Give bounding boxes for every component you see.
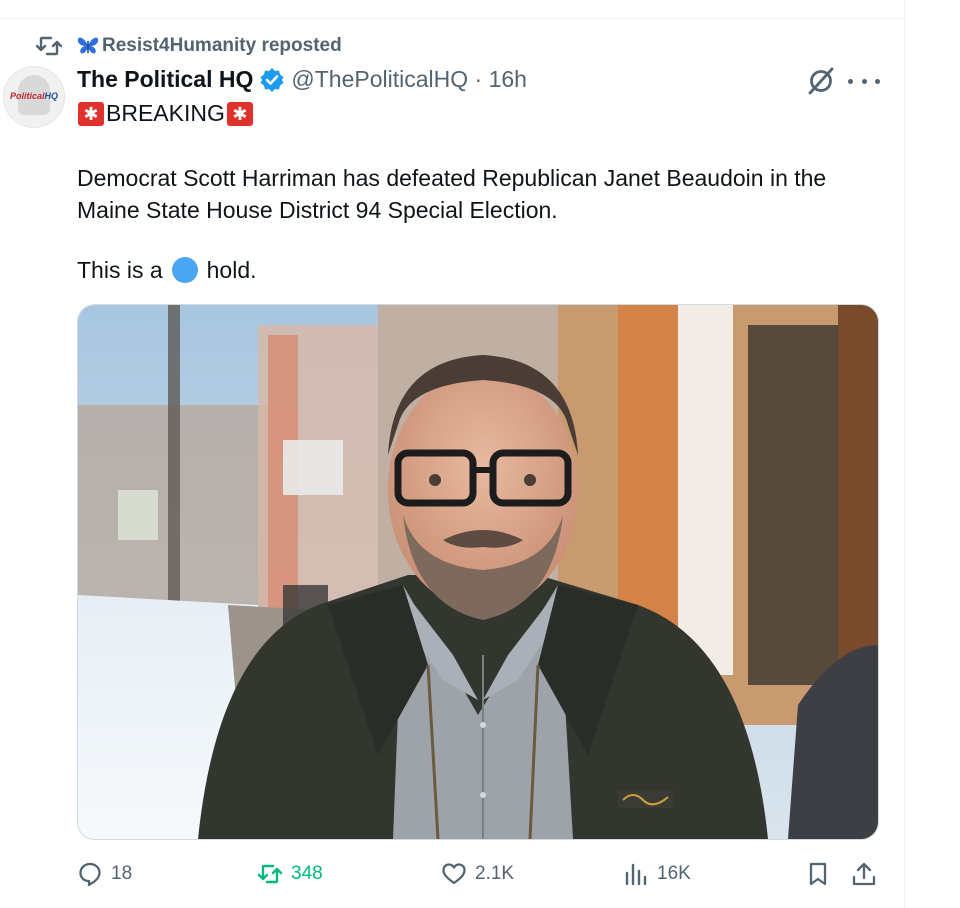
- author-name[interactable]: The Political HQ: [77, 66, 253, 93]
- siren-icon: [226, 101, 253, 126]
- post-header: The Political HQ @ThePoliticalHQ · 16h: [77, 66, 527, 93]
- hold-suffix: hold.: [206, 257, 257, 283]
- repost-user[interactable]: Resist4Humanity: [102, 35, 256, 57]
- author-handle[interactable]: @ThePoliticalHQ: [291, 66, 468, 93]
- repost-icon: [257, 864, 283, 884]
- repost-label: reposted: [261, 35, 342, 56]
- post-actions: 18 348 2.1K 16K: [77, 856, 877, 892]
- views-icon: [625, 863, 647, 886]
- share-button[interactable]: [851, 856, 885, 892]
- views-count: 16K: [657, 863, 691, 884]
- more-icon[interactable]: [848, 66, 880, 96]
- breaking-text: BREAKING: [106, 100, 225, 126]
- reply-button[interactable]: 18: [77, 856, 132, 892]
- repost-indicator[interactable]: Resist4Humanity reposted: [36, 33, 342, 59]
- repost-button[interactable]: 348: [257, 856, 323, 892]
- share-icon: [852, 862, 876, 886]
- like-count: 2.1K: [475, 863, 515, 884]
- siren-icon: [78, 101, 104, 126]
- timeline-border: [904, 0, 905, 908]
- views-button[interactable]: 16K: [623, 856, 691, 892]
- top-divider: [0, 18, 905, 19]
- reply-count: 18: [111, 863, 133, 884]
- hold-line: This is a hold.: [77, 254, 257, 286]
- verified-badge-icon[interactable]: [259, 67, 285, 93]
- avatar-logo-text: PoliticalHQ: [10, 91, 59, 101]
- post-photo[interactable]: [77, 304, 879, 840]
- grok-icon[interactable]: [806, 66, 836, 96]
- like-icon: [442, 863, 466, 885]
- post-body: Democrat Scott Harriman has defeated Rep…: [77, 162, 887, 226]
- hold-prefix: This is a: [77, 257, 163, 283]
- reply-icon: [79, 862, 101, 887]
- butterfly-icon: [77, 37, 99, 54]
- like-button[interactable]: 2.1K: [441, 856, 514, 892]
- repost-count: 348: [291, 863, 323, 884]
- post-body-text: Democrat Scott Harriman has defeated Rep…: [77, 165, 827, 223]
- breaking-line: BREAKING: [78, 100, 253, 127]
- post-time[interactable]: 16h: [489, 66, 527, 93]
- avatar[interactable]: PoliticalHQ: [3, 66, 65, 128]
- bookmark-icon: [809, 862, 827, 886]
- separator: ·: [474, 66, 483, 92]
- repost-icon: [36, 36, 62, 56]
- bookmark-button[interactable]: [805, 856, 839, 892]
- blue-circle-icon: [171, 257, 198, 283]
